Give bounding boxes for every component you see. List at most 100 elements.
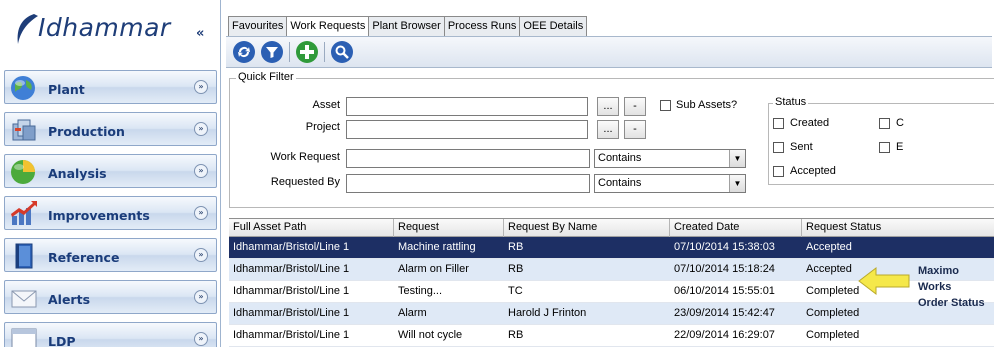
work-request-match-select[interactable]: Contains ▼	[594, 149, 746, 168]
quick-filter-legend: Quick Filter	[236, 71, 296, 83]
cell-request-status: Completed	[806, 285, 860, 297]
project-browse-button[interactable]: ...	[597, 120, 619, 139]
cell-request-by: RB	[508, 263, 524, 275]
table-row[interactable]: Idhammar/Bristol/Line 1 Machine rattling…	[229, 237, 994, 259]
collapse-sidebar-button[interactable]: «	[196, 26, 204, 41]
cell-created-date: 22/09/2014 16:29:07	[674, 329, 775, 341]
tab-oee-details[interactable]: OEE Details	[519, 16, 588, 36]
work-request-label: Work Request	[270, 151, 341, 163]
asset-label: Asset	[312, 99, 340, 111]
status-filter-group: Status Created Sent Accepted C E	[768, 96, 994, 185]
logo-area: Idhammar «	[0, 0, 220, 62]
tab-process-runs[interactable]: Process Runs	[443, 16, 521, 36]
status-created-checkbox[interactable]	[773, 118, 784, 129]
column-header-request-by-name[interactable]: Request By Name	[504, 219, 670, 237]
add-icon[interactable]	[295, 40, 319, 64]
cell-asset-path: Idhammar/Bristol/Line 1	[233, 241, 350, 253]
column-header-request-status[interactable]: Request Status	[802, 219, 994, 237]
column-header-request[interactable]: Request	[394, 219, 504, 237]
nav-item-production[interactable]: Production »	[4, 112, 217, 146]
status-legend: Status	[773, 96, 809, 108]
tab-work-requests[interactable]: Work Requests	[286, 16, 370, 37]
cell-request-by: RB	[508, 329, 524, 341]
cell-request-by: Harold J Frinton	[508, 307, 587, 319]
requested-by-match-value: Contains	[598, 177, 642, 189]
navigation-sidebar: Idhammar « Plant » Production » Analysis…	[0, 0, 221, 347]
status-accepted-label: Accepted	[790, 165, 836, 177]
analysis-icon	[11, 160, 35, 184]
cell-request: Testing...	[398, 285, 443, 297]
cell-asset-path: Idhammar/Bristol/Line 1	[233, 285, 350, 297]
sub-assets-checkbox[interactable]	[660, 100, 671, 111]
expand-chevron-icon[interactable]: »	[194, 122, 208, 136]
table-row[interactable]: Idhammar/Bristol/Line 1 Will not cycle R…	[229, 325, 994, 347]
requested-by-input[interactable]	[346, 174, 590, 193]
toolbar	[226, 36, 992, 68]
cell-asset-path: Idhammar/Bristol/Line 1	[233, 307, 350, 319]
status-accepted-checkbox[interactable]	[773, 166, 784, 177]
cell-request-status: Completed	[806, 329, 860, 341]
expand-chevron-icon[interactable]: »	[194, 290, 208, 304]
cell-request-by: RB	[508, 241, 524, 253]
callout-arrow-icon	[858, 266, 910, 296]
status-c-label: C	[896, 117, 904, 129]
dropdown-arrow-icon[interactable]: ▼	[729, 150, 745, 167]
cell-request: Alarm	[398, 307, 427, 319]
nav-item-reference[interactable]: Reference »	[4, 238, 217, 272]
expand-chevron-icon[interactable]: »	[194, 80, 208, 94]
tab-plant-browser[interactable]: Plant Browser	[368, 16, 445, 36]
status-c-checkbox[interactable]	[879, 118, 890, 129]
cell-request-by: TC	[508, 285, 523, 297]
nav-item-analysis[interactable]: Analysis »	[4, 154, 217, 188]
work-request-input[interactable]	[346, 149, 590, 168]
book-icon	[15, 243, 33, 269]
expand-chevron-icon[interactable]: »	[194, 332, 208, 346]
quick-filter-group: Quick Filter Asset ... - Sub Assets? Pro…	[229, 71, 994, 208]
expand-chevron-icon[interactable]: »	[194, 248, 208, 262]
requested-by-match-select[interactable]: Contains ▼	[594, 174, 746, 193]
chart-arrow-icon	[11, 201, 37, 225]
nav-label-production: Production	[48, 124, 125, 139]
filter-icon[interactable]	[260, 40, 284, 64]
cell-request: Will not cycle	[398, 329, 463, 341]
status-sent-label: Sent	[790, 141, 813, 153]
nav-item-alerts[interactable]: Alerts »	[4, 280, 217, 314]
callout-label: Maximo Works Order Status	[918, 263, 994, 311]
nav-item-improvements[interactable]: Improvements »	[4, 196, 217, 230]
status-created-label: Created	[790, 117, 830, 129]
asset-browse-button[interactable]: ...	[597, 97, 619, 116]
refresh-icon[interactable]	[232, 40, 256, 64]
project-input[interactable]	[346, 120, 588, 139]
cell-request-status: Completed	[806, 307, 860, 319]
nav-item-plant[interactable]: Plant »	[4, 70, 217, 104]
window-icon	[11, 328, 37, 347]
search-icon[interactable]	[330, 40, 354, 64]
asset-input[interactable]	[346, 97, 588, 116]
column-header-created-date[interactable]: Created Date	[670, 219, 802, 237]
sub-assets-label: Sub Assets?	[676, 99, 738, 111]
status-sent-checkbox[interactable]	[773, 142, 784, 153]
cell-created-date: 06/10/2014 15:55:01	[674, 285, 775, 297]
project-label: Project	[305, 121, 340, 133]
asset-clear-button[interactable]: -	[624, 97, 646, 116]
column-header-full-asset-path[interactable]: Full Asset Path	[229, 219, 394, 237]
tab-favourites[interactable]: Favourites	[228, 16, 288, 36]
status-e-checkbox[interactable]	[879, 142, 890, 153]
cell-asset-path: Idhammar/Bristol/Line 1	[233, 263, 350, 275]
nav-label-alerts: Alerts	[48, 292, 91, 307]
table-row[interactable]: Idhammar/Bristol/Line 1 Alarm Harold J F…	[229, 303, 994, 325]
production-icon	[12, 119, 36, 141]
nav-label-improvements: Improvements	[48, 208, 150, 223]
expand-chevron-icon[interactable]: »	[194, 206, 208, 220]
nav-label-plant: Plant	[48, 82, 85, 97]
nav-item-ldp[interactable]: LDP »	[4, 322, 217, 347]
nav-label-reference: Reference	[48, 250, 120, 265]
expand-chevron-icon[interactable]: »	[194, 164, 208, 178]
cell-request-status: Accepted	[806, 263, 852, 275]
cell-asset-path: Idhammar/Bristol/Line 1	[233, 329, 350, 341]
callout-line-2: Order Status	[918, 297, 985, 309]
project-clear-button[interactable]: -	[624, 120, 646, 139]
cell-request-status: Accepted	[806, 241, 852, 253]
dropdown-arrow-icon[interactable]: ▼	[729, 175, 745, 192]
requested-by-label: Requested By	[270, 176, 340, 188]
